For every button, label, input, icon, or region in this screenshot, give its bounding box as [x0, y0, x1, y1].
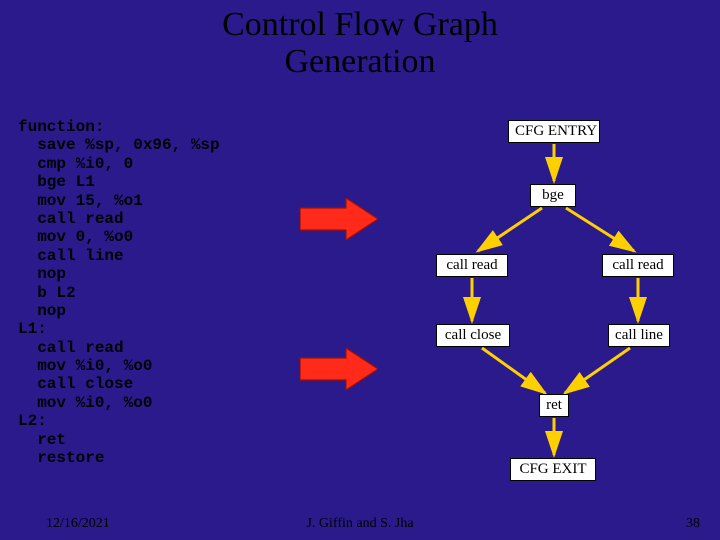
cfg-edges	[402, 110, 702, 510]
node-call-read-l: call read	[436, 254, 508, 277]
slide-title: Control Flow Graph Generation	[0, 0, 720, 81]
node-call-read-r: call read	[602, 254, 674, 277]
node-call-line: call line	[608, 324, 670, 347]
footer-date: 12/16/2021	[46, 516, 110, 532]
footer-authors: J. Giffin and S. Jha	[306, 516, 413, 532]
title-line-1: Control Flow Graph	[0, 6, 720, 43]
title-line-2: Generation	[0, 43, 720, 80]
node-cfg-entry: CFG ENTRY	[508, 120, 600, 143]
cfg-diagram: CFG ENTRY bge call read call read call c…	[402, 110, 702, 510]
node-call-close: call close	[436, 324, 510, 347]
red-arrow-upper	[300, 198, 378, 240]
assembly-code-listing: function: save %sp, 0x96, %sp cmp %i0, 0…	[18, 118, 220, 467]
node-bge: bge	[530, 184, 576, 207]
node-cfg-exit: CFG EXIT	[510, 458, 596, 481]
footer-page: 38	[686, 516, 700, 532]
red-arrow-lower	[300, 348, 378, 390]
node-ret: ret	[539, 394, 569, 417]
